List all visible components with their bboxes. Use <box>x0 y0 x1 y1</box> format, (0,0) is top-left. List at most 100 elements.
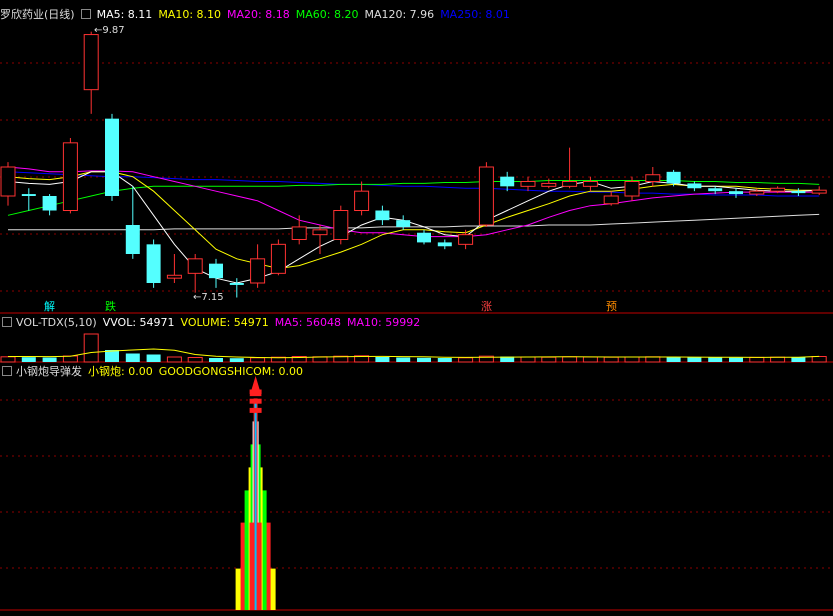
volume-bar <box>770 356 786 363</box>
volume-bar <box>437 358 452 362</box>
indicator-tip-segment <box>249 407 262 413</box>
volume-bar <box>209 358 223 362</box>
volume-bar <box>729 357 743 362</box>
volume-bar <box>166 356 182 363</box>
grid-lines <box>0 62 833 611</box>
candle-body <box>541 182 557 187</box>
volume-bar <box>624 356 640 363</box>
candle-body <box>146 244 161 283</box>
volume-label: VOLUME: 54971 <box>180 316 269 329</box>
volume-bar <box>417 357 431 362</box>
volume-bar <box>582 356 598 363</box>
low-price-note: ←7.15 <box>193 292 224 303</box>
candle-body <box>209 263 223 279</box>
volume-bar <box>603 356 619 363</box>
ma120-label: MA120: 7.96 <box>364 8 435 21</box>
menu-square-icon[interactable] <box>80 9 91 19</box>
candle-body <box>417 232 431 243</box>
volume-bar <box>396 357 411 362</box>
candle-body <box>603 195 619 205</box>
candle-body <box>42 196 57 211</box>
volume-bar <box>520 356 536 363</box>
signal-tag-die: 跌 <box>105 300 116 313</box>
candle-body <box>749 190 765 195</box>
volume-bar <box>458 357 474 363</box>
candle-body <box>187 258 203 274</box>
volume-bar <box>791 357 806 362</box>
menu-square-icon[interactable] <box>2 317 12 327</box>
low-price-value: 7.15 <box>201 292 224 303</box>
ma60-label: MA60: 8.20 <box>295 8 359 21</box>
volume-bar <box>42 357 57 362</box>
candle-body <box>21 194 36 196</box>
volume-bar <box>541 356 557 363</box>
indicator-title: 小钢炮导弹发 <box>16 365 82 378</box>
vol-ma5-label: MA5: 56048 <box>274 316 342 329</box>
volume-bar <box>187 357 203 363</box>
candle-body <box>437 242 452 247</box>
candlesticks <box>0 31 827 298</box>
candle-body <box>582 181 598 187</box>
vol-ma10-label: MA10: 59992 <box>347 316 421 329</box>
indicator-tip-segment <box>249 389 262 395</box>
signal-tag-jie: 解 <box>44 300 55 313</box>
volume-bar <box>811 356 827 363</box>
candle-body <box>729 191 743 195</box>
candle-body <box>811 189 827 194</box>
candle-body <box>396 220 411 227</box>
candle-body <box>770 187 786 192</box>
volume-bar <box>125 353 140 362</box>
signal-tag-yu: 预 <box>606 300 617 313</box>
candle-body <box>791 191 806 194</box>
volume-bar <box>229 358 244 362</box>
volume-bar <box>375 357 390 362</box>
stock-title: 罗欣药业(日线) <box>0 8 75 21</box>
volume-bar <box>250 357 266 363</box>
volume-title: VOL-TDX(5,10) <box>16 316 97 329</box>
indicator-bars <box>235 376 276 610</box>
candle-body <box>666 171 681 184</box>
candle-body <box>291 226 307 241</box>
candle-body <box>83 34 99 91</box>
candle-body <box>250 258 266 284</box>
chart-canvas <box>0 31 833 611</box>
candle-body <box>229 283 244 285</box>
candle-body <box>458 234 474 245</box>
indicator-value2-label: GOODGONGSHICOM: 0.00 <box>158 365 303 378</box>
candle-body <box>105 118 119 196</box>
indicator-header: 小钢炮导弹发 小钢炮: 0.00 GOODGONGSHICOM: 0.00 <box>0 364 309 380</box>
ma5-label: MA5: 8.11 <box>96 8 153 21</box>
candle-body <box>62 142 78 211</box>
volume-bar <box>21 357 36 362</box>
candle-body <box>500 176 515 187</box>
high-price-value: 9.87 <box>102 25 125 36</box>
main-header: 罗欣药业(日线) MA5: 8.11 MA10: 8.10 MA20: 8.18 MA6… <box>0 7 516 23</box>
volume-bar <box>146 354 161 362</box>
candle-body <box>270 243 286 274</box>
indicator-tip-segment <box>249 398 262 404</box>
candle-body <box>312 229 328 236</box>
menu-square-icon[interactable] <box>2 366 12 376</box>
candle-body <box>645 174 661 183</box>
candle-body <box>125 225 140 254</box>
candle-body <box>520 181 536 187</box>
volume-bar <box>645 356 661 363</box>
volume-bar <box>749 356 765 363</box>
candle-body <box>708 188 723 192</box>
volume-bar <box>708 357 723 362</box>
candle-body <box>166 274 182 279</box>
ma250-label: MA250: 8.01 <box>440 8 510 21</box>
signal-tag-zhang: 涨 <box>481 300 492 313</box>
volume-bar <box>666 357 681 362</box>
volume-bar <box>0 356 16 363</box>
volume-bar <box>83 333 99 363</box>
candle-body <box>354 190 370 212</box>
candle-body <box>624 181 640 197</box>
vvol-label: VVOL: 54971 <box>102 316 175 329</box>
indicator-value-label: 小钢炮: 0.00 <box>88 365 153 378</box>
candle-body <box>0 166 16 197</box>
volume-bar <box>62 355 78 363</box>
volume-bar <box>687 357 702 362</box>
candle-body <box>562 181 578 187</box>
candle-body <box>375 210 390 221</box>
